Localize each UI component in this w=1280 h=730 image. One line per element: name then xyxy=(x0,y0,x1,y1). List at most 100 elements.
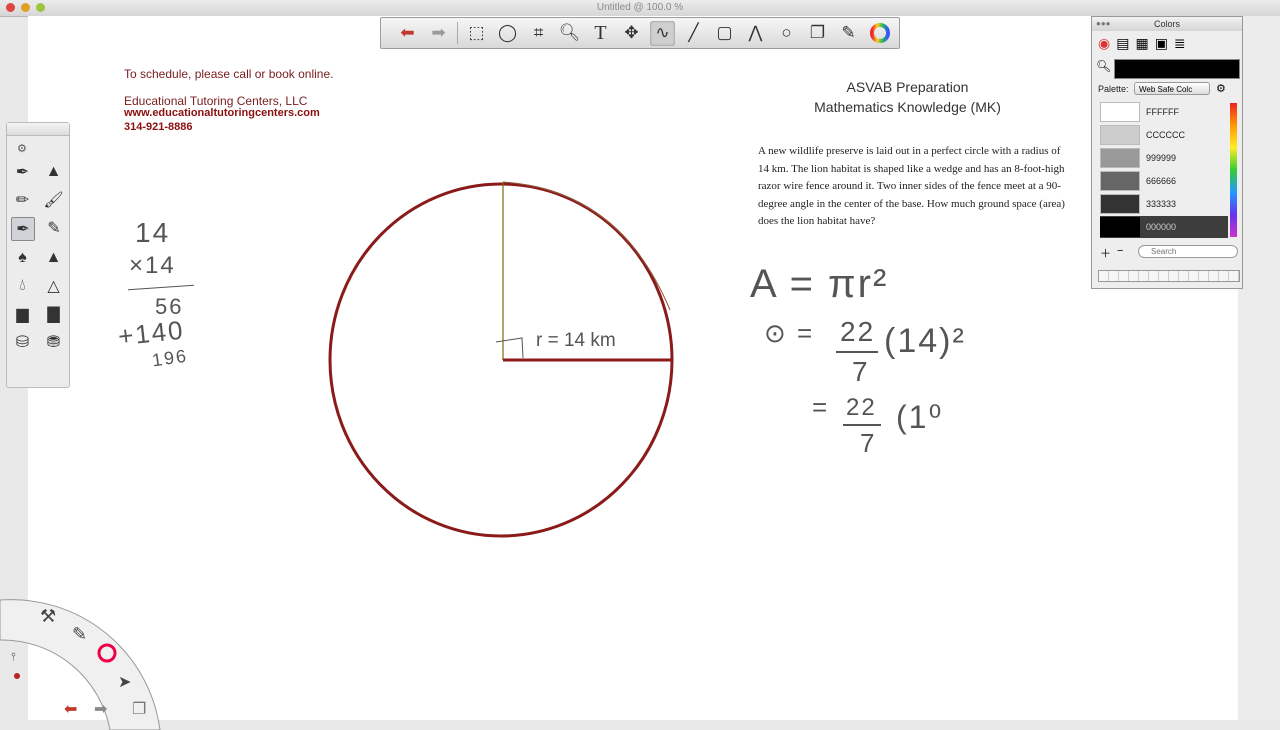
layers-icon[interactable]: ❐ xyxy=(805,21,830,46)
drawing-toolbar: ⬅ ➡ ⬚ ◯ ⌗ 🔍︎ T ✥ ∿ ╱ ▢ ⋀ ○ ❐ ✎ xyxy=(380,17,900,49)
step1-fraction-bar xyxy=(836,351,878,353)
step2-fraction-bar xyxy=(843,424,881,426)
brush-tool-icon[interactable]: ✎ xyxy=(836,21,861,46)
step1-denominator: 7 xyxy=(852,356,870,387)
website-link[interactable]: www.educationaltutoringcenters.com xyxy=(124,107,320,119)
jar-icon[interactable]: ⛁ xyxy=(12,331,34,353)
problem-statement: A new wildlife preserve is laid out in a… xyxy=(758,145,1065,227)
palette-select-value: Web Safe Colc xyxy=(1139,85,1193,94)
radial-pen-icon: ✎ xyxy=(72,624,87,644)
radial-ink-dot xyxy=(14,673,20,679)
airbrush-icon[interactable]: △ xyxy=(43,275,65,297)
radial-brush-icon: ⫯ xyxy=(11,651,16,663)
step1-lhs: ⊙ = xyxy=(764,318,815,348)
move-icon[interactable]: ✥ xyxy=(619,21,644,46)
image-palette-tab-icon[interactable]: ▣ xyxy=(1155,35,1168,52)
radial-tools-icon: ⚒ xyxy=(40,606,56,626)
right-angle-mark xyxy=(495,337,524,359)
remove-swatch-button[interactable]: − xyxy=(1117,245,1123,257)
asvab-heading: ASVAB Preparation Mathematics Knowledge … xyxy=(800,77,1015,117)
toolbar-divider xyxy=(457,22,458,44)
pen-tool-icon[interactable]: ✒ xyxy=(12,161,34,183)
window-titlebar: Untitled @ 100.0 % xyxy=(0,0,1280,17)
color-wheel-tab-icon[interactable]: ◉ xyxy=(1098,35,1110,52)
palette-select[interactable]: Web Safe Colc xyxy=(1134,82,1210,95)
bucket-icon[interactable]: ▆ xyxy=(12,303,34,325)
step2-numerator: 22 xyxy=(846,394,877,421)
company-name: Educational Tutoring Centers, LLC xyxy=(124,94,308,108)
swatch-row[interactable]: FFFFFF xyxy=(1100,101,1226,123)
pencil-icon[interactable]: ✎ xyxy=(43,217,65,239)
step2-equals: = xyxy=(812,392,830,422)
radial-pointer-icon: ➤ xyxy=(118,674,131,691)
color-sliders-tab-icon[interactable]: ▤ xyxy=(1116,35,1129,52)
step1-numerator: 22 xyxy=(840,316,876,347)
pen-icon[interactable]: ∿ xyxy=(650,20,675,46)
right-margin xyxy=(1238,16,1280,720)
step1-paren: (14)² xyxy=(884,322,966,360)
text-icon[interactable]: T xyxy=(588,21,613,46)
radial-redo-icon: ➡ xyxy=(94,701,107,718)
step2-paren: (1⁰ xyxy=(896,399,944,435)
mult-top: 14 xyxy=(135,217,171,248)
swatch-list: FFFFFF CCCCCC 999999 666666 333333 00000… xyxy=(1092,101,1242,238)
color-mode-tabs: ◉ ▤ ▦ ▣ ≣ xyxy=(1092,31,1242,56)
line-icon[interactable]: ╱ xyxy=(681,21,706,46)
jar-2-icon[interactable]: ⛃ xyxy=(43,331,65,353)
asvab-title: ASVAB Preparation xyxy=(846,79,969,95)
palette-tab-icon[interactable]: ▦ xyxy=(1135,35,1148,52)
add-swatch-button[interactable]: ＋ xyxy=(1100,245,1111,261)
recent-colors-strip[interactable] xyxy=(1098,270,1240,282)
spectrum-scrollbar[interactable] xyxy=(1230,103,1237,237)
zoom-icon[interactable]: 🔍︎ xyxy=(557,21,582,46)
colors-title: Colors xyxy=(1153,19,1180,29)
undo-icon[interactable]: ⬅ xyxy=(395,21,420,46)
crop-icon[interactable]: ⌗ xyxy=(526,21,551,46)
swatch-row-selected[interactable]: 000000 xyxy=(1100,216,1228,238)
redo-icon[interactable]: ➡ xyxy=(426,21,451,46)
colors-panel: ●●● Colors ◉ ▤ ▦ ▣ ≣ 🔍︎ Palette: Web Saf… xyxy=(1091,16,1243,289)
mult-by: ×14 xyxy=(129,252,176,279)
area-formula: A = πr² xyxy=(750,262,889,306)
circle-diagram: r = 14 km xyxy=(328,181,674,538)
radius-label: r = 14 km xyxy=(536,330,616,351)
radial-layer-icon: ❐ xyxy=(132,701,146,718)
magnifier-icon[interactable]: 🔍︎ xyxy=(1096,59,1111,73)
step2-denominator: 7 xyxy=(860,428,877,458)
polyline-icon[interactable]: ⋀ xyxy=(743,21,768,46)
marker-icon[interactable]: ✏ xyxy=(12,189,34,211)
lasso-icon[interactable]: ◯ xyxy=(495,21,520,46)
swatch-search-input[interactable] xyxy=(1138,245,1238,258)
wedge-arc xyxy=(502,181,671,311)
pen-palette-header xyxy=(7,123,69,136)
brush-icon[interactable]: 🖌︎ xyxy=(43,189,65,211)
asvab-subtitle: Mathematics Knowledge (MK) xyxy=(814,99,1001,115)
swatch-row[interactable]: 666666 xyxy=(1100,170,1226,192)
palette-label: Palette: xyxy=(1098,84,1129,94)
palette-gear-icon[interactable]: ⚙ xyxy=(1216,82,1226,95)
ink-drop-icon[interactable]: 💧︎ xyxy=(12,275,34,297)
radial-tool-menu[interactable]: ⚒ ✎ ➤ ⬅ ➡ ❐ ⫯ xyxy=(0,590,170,730)
chalk-icon[interactable]: ▲ xyxy=(43,247,65,269)
swatch-row[interactable]: CCCCCC xyxy=(1100,124,1226,146)
schedule-text: To schedule, please call or book online. xyxy=(124,67,334,81)
rect-select-icon[interactable]: ⬚ xyxy=(464,21,489,46)
crayons-tab-icon[interactable]: ≣ xyxy=(1174,35,1186,52)
calligraphy-icon[interactable]: ♠ xyxy=(12,247,34,269)
selected-color-well[interactable] xyxy=(1114,59,1240,79)
eraser-icon[interactable]: ▇ xyxy=(43,303,65,325)
radial-undo-icon: ⬅ xyxy=(64,701,77,718)
swatch-row[interactable]: 333333 xyxy=(1100,193,1226,215)
palette-settings-icon[interactable]: ⚙ xyxy=(17,142,69,155)
panel-window-controls[interactable]: ●●● xyxy=(1096,17,1111,31)
felt-pen-icon[interactable]: ▲ xyxy=(43,161,65,183)
swatch-row[interactable]: 999999 xyxy=(1100,147,1226,169)
window-title: Untitled @ 100.0 % xyxy=(596,2,684,13)
color-wheel-icon[interactable] xyxy=(867,21,892,46)
colors-panel-header: ●●● Colors xyxy=(1092,17,1242,31)
pen-palette: ⚙ ✒ ▲ ✏ 🖌︎ ✒ ✎ ♠ ▲ 💧︎ △ ▆ ▇ ⛁ ⛃ xyxy=(6,122,70,388)
selected-pen-icon[interactable]: ✒ xyxy=(11,217,35,241)
phone-number: 314-921-8886 xyxy=(124,121,193,133)
rectangle-icon[interactable]: ▢ xyxy=(712,21,737,46)
ellipse-icon[interactable]: ○ xyxy=(774,21,799,46)
